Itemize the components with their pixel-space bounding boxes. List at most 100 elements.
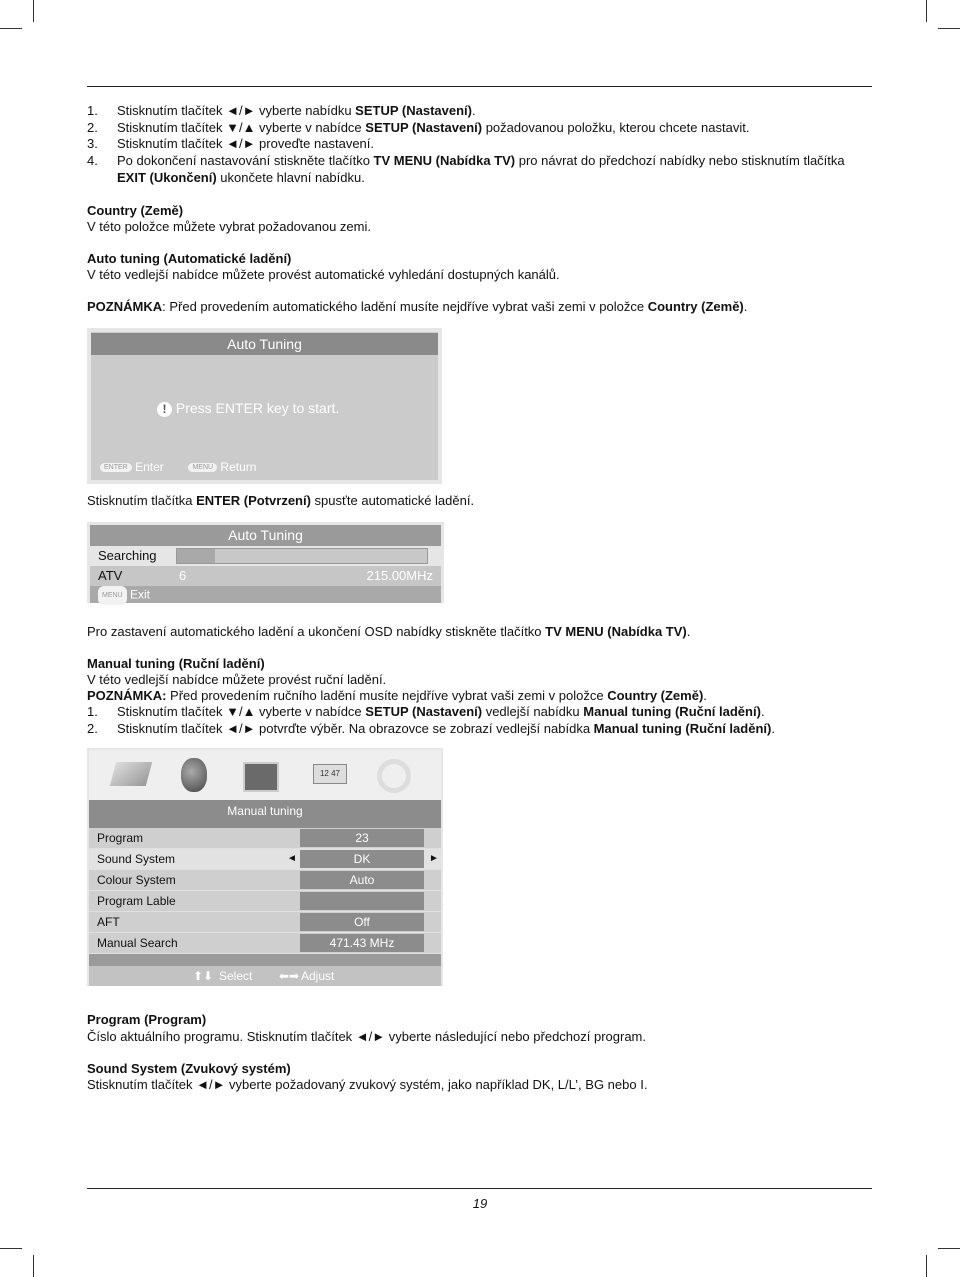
row-label: Manual Search bbox=[97, 936, 178, 950]
crop-mark bbox=[33, 1255, 34, 1277]
crop-mark bbox=[0, 1248, 22, 1249]
row-label: Program bbox=[97, 831, 144, 845]
osd-message-row: ! Press ENTER key to start. bbox=[157, 400, 339, 417]
text-segment: 2. bbox=[87, 120, 98, 135]
text-segment: Stisknutím tlačítek ◄/► vyberte požadova… bbox=[87, 1077, 648, 1092]
menu-row-program[interactable]: Program 23 bbox=[89, 828, 441, 849]
arrow-right-icon[interactable]: ► bbox=[429, 849, 439, 869]
bold-text: ENTER (Potvrzení) bbox=[196, 493, 311, 508]
crop-mark bbox=[0, 28, 22, 29]
menu-row-aft[interactable]: AFT Off bbox=[89, 912, 441, 933]
bold-text: POZNÁMKA: bbox=[87, 688, 167, 703]
text-segment: Stisknutím tlačítek ◄/► potvrďte výběr. … bbox=[117, 721, 594, 736]
bold-text: Manual tuning (Ruční ladění) bbox=[593, 721, 772, 736]
text-segment: V této položce můžete vybrat požadovanou… bbox=[87, 219, 371, 234]
text-segment: 4. bbox=[87, 153, 98, 168]
heading-program: Program (Program) bbox=[87, 1011, 206, 1028]
list-number: 2. bbox=[87, 720, 98, 737]
osd-message: Press ENTER key to start. bbox=[175, 400, 340, 416]
crop-mark bbox=[926, 1255, 927, 1277]
searching-row: Searching bbox=[90, 546, 441, 566]
row-label: Colour System bbox=[97, 873, 176, 887]
step-2: Stisknutím tlačítek ◄/► potvrďte výběr. … bbox=[117, 720, 775, 737]
enter-label: Enter bbox=[135, 460, 164, 474]
band-label: ATV bbox=[98, 568, 123, 583]
row-value: Auto bbox=[300, 871, 424, 889]
text-segment: Pro zastavení automatického ladění a uko… bbox=[87, 624, 546, 639]
channel-value: 6 bbox=[179, 568, 187, 583]
text-segment: Stisknutím tlačítek ▼/▲ vyberte v nabídc… bbox=[117, 704, 366, 719]
text-segment: . bbox=[686, 624, 691, 639]
osd-auto-tuning-start: Auto Tuning ! Press ENTER key to start. … bbox=[87, 328, 442, 484]
text-segment: . bbox=[471, 103, 476, 118]
paragraph: Stisknutím tlačítek ◄/► vyberte požadova… bbox=[87, 1076, 647, 1093]
text-segment: Stisknutím tlačítka bbox=[87, 493, 197, 508]
text-segment: Stisknutím tlačítek ◄/► proveďte nastave… bbox=[117, 136, 374, 151]
exit-label: Exit bbox=[129, 587, 150, 602]
osd-footer: ⬆⬇ Select ⬅➡ Adjust bbox=[89, 966, 441, 986]
page-number: 19 bbox=[472, 1196, 488, 1211]
heading-sound-system: Sound System (Zvukový systém) bbox=[87, 1060, 291, 1077]
list-number: 1. bbox=[87, 703, 98, 720]
paragraph: V této položce můžete vybrat požadovanou… bbox=[87, 218, 371, 235]
row-value: 23 bbox=[300, 829, 424, 847]
text-segment: vedlejší nabídku bbox=[482, 704, 584, 719]
text-segment: Stisknutím tlačítek ▼/▲ vyberte v nabídc… bbox=[117, 120, 366, 135]
text-segment: Číslo aktuálního programu. Stisknutím tl… bbox=[87, 1029, 646, 1044]
paragraph: Pro zastavení automatického ladění a uko… bbox=[87, 623, 690, 640]
frequency-value: 215.00MHz bbox=[366, 568, 433, 583]
bold-text: EXIT (Ukončení) bbox=[117, 170, 217, 185]
text-segment: . bbox=[760, 704, 765, 719]
note: POZNÁMKA: Před provedením ručního ladění… bbox=[87, 687, 707, 704]
heading-manual-tuning: Manual tuning (Ruční ladění) bbox=[87, 655, 265, 672]
paragraph: Stisknutím tlačítka ENTER (Potvrzení) sp… bbox=[87, 492, 474, 509]
left-right-arrows-icon: ⬅➡ bbox=[279, 969, 300, 983]
return-label: Return bbox=[220, 460, 257, 474]
searching-label: Searching bbox=[98, 548, 157, 563]
row-label: Program Lable bbox=[97, 894, 176, 908]
text-segment: spusťte automatické ladění. bbox=[310, 493, 475, 508]
sound-icon bbox=[181, 758, 207, 792]
step-4-cont: EXIT (Ukončení) ukončete hlavní nabídku. bbox=[117, 169, 365, 186]
menu-row-colour-system[interactable]: Colour System Auto bbox=[89, 870, 441, 891]
osd-footer: ENTER Enter MENU Return bbox=[100, 460, 256, 474]
text-segment: Po dokončení nastavování stiskněte tlačí… bbox=[117, 153, 374, 168]
picture-icon bbox=[109, 762, 153, 786]
bold-text: SETUP (Nastavení) bbox=[365, 120, 483, 135]
setup-gear-icon bbox=[377, 759, 411, 793]
crop-mark bbox=[33, 0, 34, 22]
bold-text: POZNÁMKA bbox=[87, 299, 163, 314]
menu-row-program-lable[interactable]: Program Lable bbox=[89, 891, 441, 912]
bold-text: SETUP (Nastavení) bbox=[355, 103, 472, 118]
osd-title: Auto Tuning bbox=[90, 525, 441, 546]
osd-manual-tuning: 12 47 Manual tuning Program 23 Sound Syste… bbox=[87, 748, 443, 986]
bold-text: Auto tuning (Automatické ladění) bbox=[87, 251, 292, 266]
menu-row-sound-system[interactable]: Sound System DK ◄ ► bbox=[89, 849, 441, 870]
up-down-arrows-icon: ⬆⬇ bbox=[193, 969, 214, 983]
osd-title: Auto Tuning bbox=[91, 333, 438, 355]
atv-row: ATV 6 215.00MHz bbox=[90, 566, 441, 586]
text-segment: Před provedením ručního ladění musíte ne… bbox=[166, 688, 608, 703]
text-segment: . bbox=[771, 721, 775, 736]
note: POZNÁMKA: Před provedením automatického … bbox=[87, 298, 747, 315]
text-segment: ukončete hlavní nabídku. bbox=[216, 170, 365, 185]
menu-key-icon: MENU bbox=[188, 463, 218, 473]
heading-auto-tuning: Auto tuning (Automatické ladění) bbox=[87, 250, 291, 267]
adjust-label: Adjust bbox=[301, 969, 335, 983]
step-4: Po dokončení nastavování stiskněte tlačí… bbox=[117, 152, 845, 169]
step-2: Stisknutím tlačítek ▼/▲ vyberte v nabídc… bbox=[117, 119, 749, 136]
row-label: Sound System bbox=[97, 852, 176, 866]
menu-key-icon: MENU bbox=[98, 586, 127, 605]
crop-mark bbox=[926, 0, 927, 22]
arrow-left-icon[interactable]: ◄ bbox=[287, 849, 297, 869]
bold-text: Manual tuning (Ruční ladění) bbox=[87, 656, 265, 671]
progress-bar bbox=[176, 548, 428, 564]
list-number: 1. bbox=[87, 102, 98, 119]
text-segment: 1. bbox=[87, 103, 98, 118]
menu-row-manual-search[interactable]: Manual Search 471.43 MHz bbox=[89, 933, 441, 954]
list-number: 4. bbox=[87, 152, 98, 169]
exclamation-icon: ! bbox=[157, 402, 172, 417]
osd-footer: MENU Exit bbox=[90, 586, 441, 605]
text-segment: pro návrat do předchozí nabídky nebo sti… bbox=[515, 153, 845, 168]
bold-text: Country (Země) bbox=[87, 203, 184, 218]
